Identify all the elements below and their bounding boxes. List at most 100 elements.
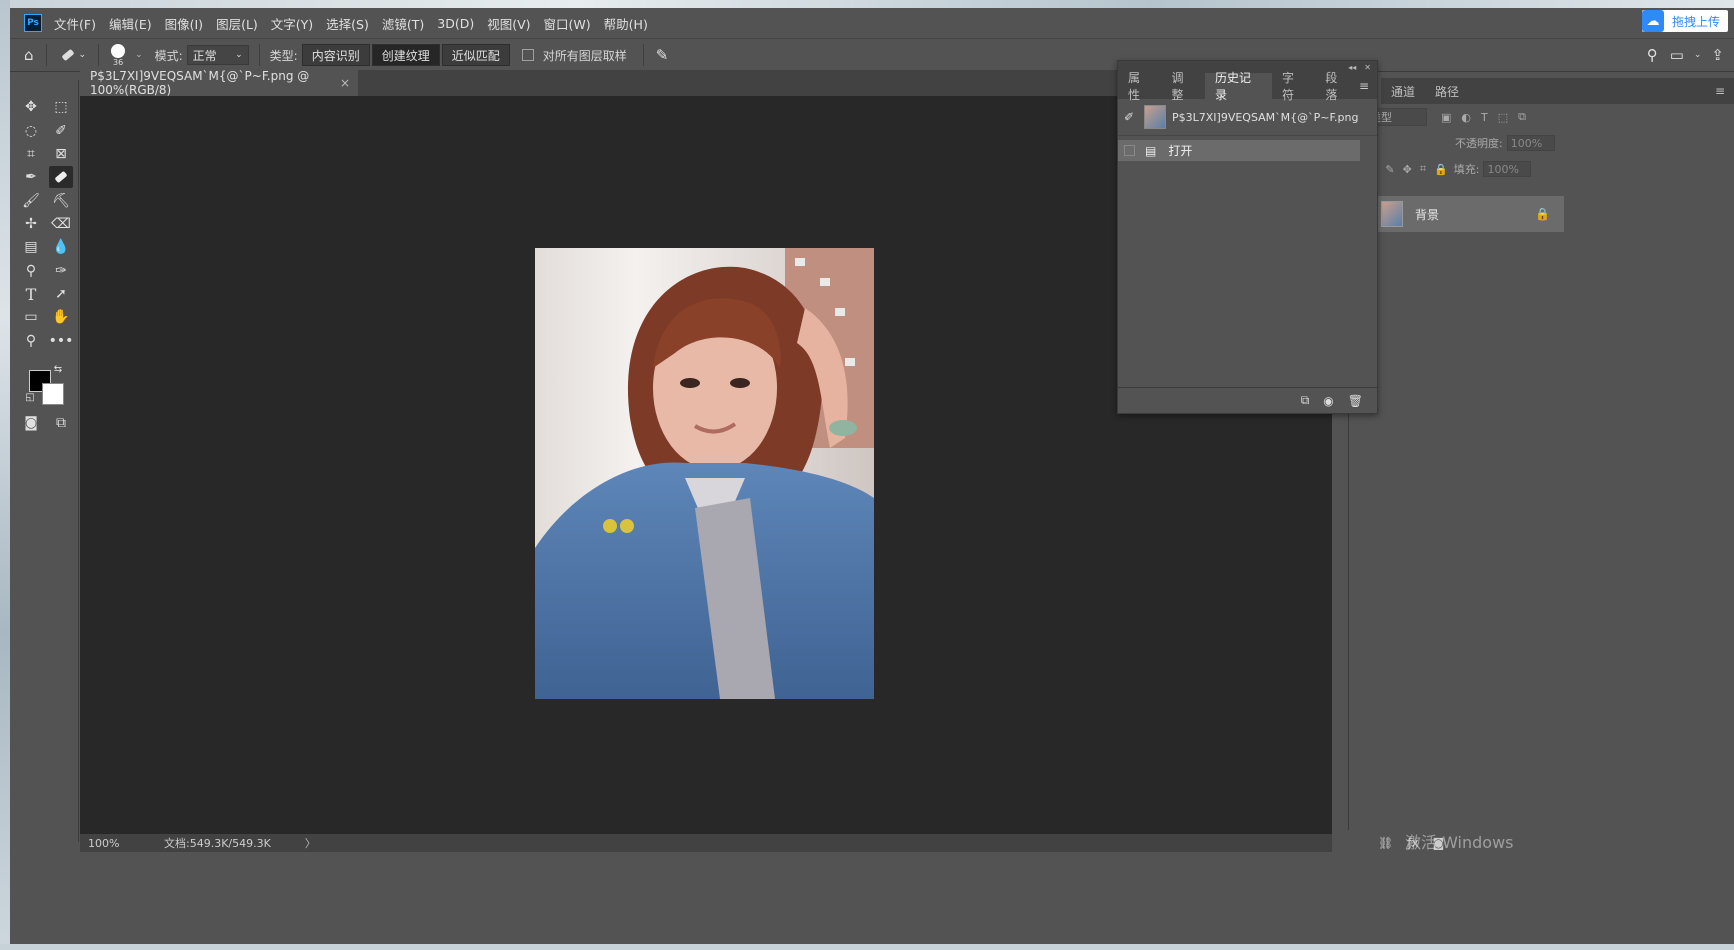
- crop-tool-icon[interactable]: ⌗: [19, 143, 43, 165]
- menu-edit[interactable]: 编辑(E): [109, 14, 152, 33]
- lock-image-icon[interactable]: ✎: [1385, 163, 1394, 176]
- menu-type[interactable]: 文字(Y): [271, 14, 313, 33]
- chevron-right-icon[interactable]: 〉: [305, 835, 316, 851]
- mode-select[interactable]: 正常 ⌄: [186, 45, 249, 65]
- fill-input[interactable]: 100%: [1483, 161, 1532, 177]
- opacity-label: 不透明度:: [1455, 137, 1503, 150]
- frame-tool-icon[interactable]: ⊠: [49, 143, 73, 165]
- layer-name: 背景: [1415, 207, 1440, 222]
- tab-history[interactable]: 历史记录: [1204, 71, 1272, 102]
- filter-type-icon[interactable]: T: [1481, 111, 1488, 124]
- zoom-tool-icon[interactable]: ⚲: [19, 330, 43, 352]
- menu-view[interactable]: 视图(V): [487, 14, 530, 33]
- document-image[interactable]: [535, 248, 874, 699]
- filter-pixel-icon[interactable]: ▣: [1441, 111, 1451, 124]
- workspace-icon[interactable]: ▭: [1670, 46, 1684, 64]
- background-color-swatch[interactable]: [42, 383, 64, 405]
- menu-image[interactable]: 图像(I): [165, 14, 203, 33]
- options-right-group: ⚲ ▭ ⌄ ⇪: [1641, 39, 1734, 71]
- type-proximity-match-button[interactable]: 近似匹配: [441, 44, 510, 66]
- menu-layer[interactable]: 图层(L): [216, 14, 258, 33]
- hand-tool-icon[interactable]: ✋: [49, 306, 73, 328]
- brush-size-picker[interactable]: 36: [111, 43, 126, 67]
- history-source-checkbox[interactable]: [1124, 145, 1135, 156]
- drag-upload-label: 拖拽上传: [1671, 14, 1720, 29]
- menu-bar: Ps 文件(F) 编辑(E) 图像(I) 图层(L) 文字(Y) 选择(S) 滤…: [10, 8, 1734, 38]
- tab-channels[interactable]: 通道: [1381, 78, 1425, 104]
- lock-position-icon[interactable]: ✥: [1403, 163, 1412, 176]
- quick-select-tool-icon[interactable]: ✐: [49, 120, 73, 142]
- tab-paths[interactable]: 路径: [1425, 78, 1469, 104]
- more-tools-icon[interactable]: •••: [49, 330, 74, 352]
- clone-stamp-tool-icon[interactable]: ⛏: [49, 190, 73, 212]
- eraser-tool-icon[interactable]: ⌫: [49, 213, 73, 235]
- camera-icon[interactable]: ◉: [1323, 394, 1333, 408]
- history-panel: ◂◂ ✕ 属性 调整 历史记录 字符 段落 ≡ ✐ P$3L7XI]9VEQSA…: [1117, 60, 1378, 414]
- history-brush-source-icon[interactable]: ✐: [1124, 110, 1140, 124]
- document-tab[interactable]: P$3L7XI]9VEQSAM`M{@`P~F.png @ 100%(RGB/8…: [80, 69, 358, 97]
- zoom-level[interactable]: 100%: [88, 837, 148, 850]
- marquee-tool-icon[interactable]: ⬚: [49, 96, 73, 118]
- dodge-tool-icon[interactable]: ⚲: [19, 260, 43, 282]
- layer-row[interactable]: 背景 🔒: [1349, 196, 1564, 232]
- tab-paragraph[interactable]: 段落: [1315, 71, 1358, 102]
- quick-mask-icon[interactable]: ◙: [19, 412, 43, 434]
- default-colors-icon[interactable]: ◱: [23, 390, 37, 404]
- collapse-icon[interactable]: ◂◂: [1348, 63, 1356, 72]
- brush-tool-icon[interactable]: 🖌: [19, 190, 43, 212]
- layer-filter-row: 类型 ▣ ◐ T ⬚ ⧉: [1349, 104, 1734, 130]
- type-tool-icon[interactable]: T: [19, 283, 43, 305]
- history-step-row[interactable]: ▤ 打开: [1118, 140, 1360, 161]
- opacity-input[interactable]: 100%: [1506, 135, 1555, 151]
- pen-tool-icon[interactable]: ✑: [49, 260, 73, 282]
- lock-icon[interactable]: 🔒: [1535, 207, 1550, 221]
- blur-tool-icon[interactable]: 💧: [49, 236, 73, 258]
- healing-brush-preset-icon[interactable]: ⌄: [59, 46, 86, 64]
- menu-file[interactable]: 文件(F): [54, 14, 96, 33]
- drag-upload-button[interactable]: ☁ 拖拽上传: [1641, 10, 1728, 32]
- lock-artboard-icon[interactable]: ⌗: [1420, 162, 1426, 176]
- rectangle-tool-icon[interactable]: ▭: [19, 306, 43, 328]
- new-document-from-state-icon[interactable]: ⧉: [1301, 393, 1310, 408]
- menu-window[interactable]: 窗口(W): [544, 14, 591, 33]
- pressure-size-icon[interactable]: ✎: [656, 46, 669, 64]
- trash-icon[interactable]: 🗑: [1348, 394, 1363, 408]
- document-icon: ▤: [1145, 143, 1157, 158]
- history-snapshot-row[interactable]: ✐ P$3L7XI]9VEQSAM`M{@`P~F.png: [1118, 99, 1377, 136]
- panel-menu-icon[interactable]: ≡: [1359, 73, 1377, 99]
- filter-smart-object-icon[interactable]: ⧉: [1518, 110, 1526, 124]
- menu-select[interactable]: 选择(S): [326, 14, 369, 33]
- type-create-texture-button[interactable]: 创建纹理: [371, 44, 440, 66]
- chevron-down-icon[interactable]: ⌄: [135, 50, 143, 60]
- swap-colors-icon[interactable]: ⇆: [51, 362, 65, 376]
- tab-properties[interactable]: 属性: [1118, 71, 1161, 102]
- share-icon[interactable]: ⇪: [1711, 46, 1724, 64]
- move-tool-icon[interactable]: ✥: [19, 96, 43, 118]
- menu-3d[interactable]: 3D(D): [437, 16, 474, 31]
- home-icon[interactable]: ⌂: [24, 46, 34, 64]
- lock-all-icon[interactable]: 🔒: [1434, 163, 1448, 176]
- tab-character[interactable]: 字符: [1272, 71, 1315, 102]
- chevron-down-icon[interactable]: ⌄: [1694, 50, 1702, 60]
- type-content-aware-button[interactable]: 内容识别: [301, 44, 370, 66]
- link-layers-icon[interactable]: ⛓: [1378, 836, 1393, 850]
- gradient-tool-icon[interactable]: ▤: [19, 236, 43, 258]
- tab-adjustments[interactable]: 调整: [1161, 71, 1204, 102]
- path-select-tool-icon[interactable]: ➚: [49, 283, 73, 305]
- tools-panel: ✥ ⬚ ◌ ✐ ⌗ ⊠ ✒ 🖌 ⛏ ✢ ⌫ ▤ 💧 ⚲ ✑ T ➚ ▭ ✋ ⚲ …: [13, 80, 79, 842]
- search-icon[interactable]: ⚲: [1647, 46, 1658, 64]
- mode-value: 正常: [192, 48, 217, 63]
- healing-brush-tool-icon[interactable]: [49, 166, 73, 188]
- screen-mode-icon[interactable]: ⧉: [49, 412, 73, 434]
- close-icon[interactable]: ✕: [1364, 63, 1371, 72]
- panel-menu-icon[interactable]: ≡: [1705, 78, 1734, 104]
- menu-help[interactable]: 帮助(H): [604, 14, 648, 33]
- close-icon[interactable]: ×: [340, 76, 350, 90]
- sample-all-layers-checkbox[interactable]: [521, 49, 534, 61]
- menu-filter[interactable]: 滤镜(T): [382, 14, 424, 33]
- filter-shape-icon[interactable]: ⬚: [1498, 111, 1508, 124]
- filter-adjustment-icon[interactable]: ◐: [1461, 111, 1471, 124]
- lasso-tool-icon[interactable]: ◌: [19, 120, 43, 142]
- history-brush-tool-icon[interactable]: ✢: [19, 213, 43, 235]
- eyedropper-tool-icon[interactable]: ✒: [19, 166, 43, 188]
